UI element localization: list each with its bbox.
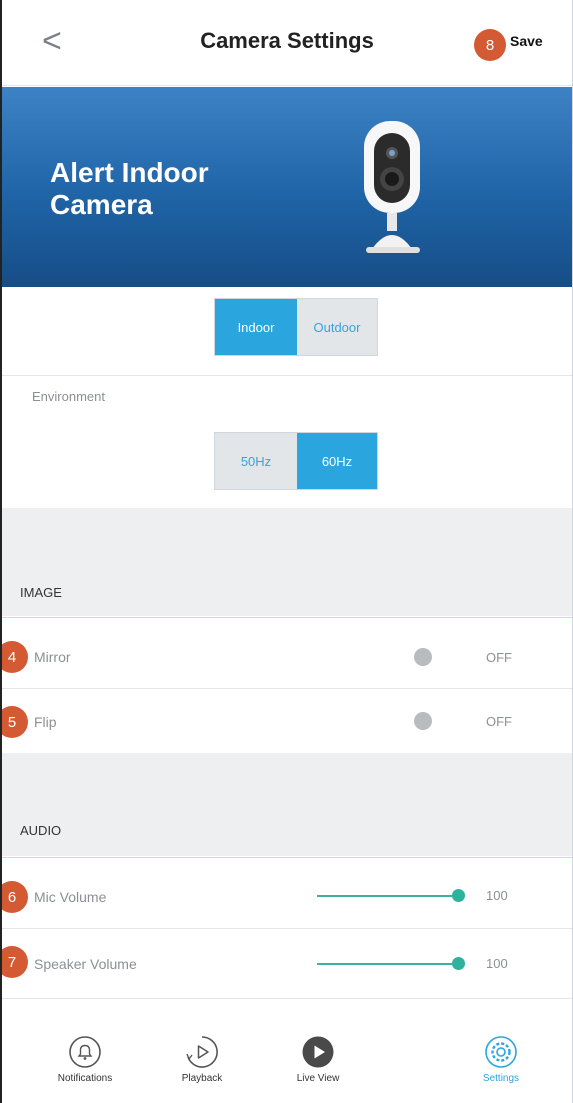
divider xyxy=(2,375,572,376)
callout-badge-speaker: 7 xyxy=(2,946,28,978)
divider xyxy=(2,998,572,999)
save-button[interactable]: Save xyxy=(510,33,543,49)
tab-playback-label: Playback xyxy=(181,1073,223,1084)
callout-badge-mic: 6 xyxy=(2,881,28,913)
play-icon xyxy=(302,1036,334,1068)
camera-banner: Alert Indoor Camera xyxy=(2,87,572,287)
speaker-volume-knob[interactable] xyxy=(452,957,465,970)
flip-value: OFF xyxy=(486,714,512,729)
callout-badge-save: 8 xyxy=(474,29,506,61)
mirror-label: Mirror xyxy=(34,649,71,665)
top-bar: < Camera Settings 8 Save xyxy=(2,0,572,86)
camera-name-line2: Camera xyxy=(50,189,153,220)
image-section-title: IMAGE xyxy=(20,585,62,600)
speaker-volume-slider[interactable] xyxy=(317,963,459,965)
mic-volume-value: 100 xyxy=(486,888,508,903)
speaker-volume-label: Speaker Volume xyxy=(34,956,137,972)
audio-section-title: AUDIO xyxy=(20,823,62,838)
mic-volume-knob[interactable] xyxy=(452,889,465,902)
flip-toggle[interactable] xyxy=(414,712,432,730)
tab-settings[interactable]: Settings xyxy=(451,1025,551,1084)
audio-section-header: AUDIO xyxy=(2,753,572,856)
gear-icon xyxy=(485,1036,517,1068)
bottom-tab-bar: Notifications Playback Live View Setting… xyxy=(2,1025,572,1103)
flip-label: Flip xyxy=(34,714,57,730)
divider xyxy=(2,857,572,858)
mirror-toggle[interactable] xyxy=(414,648,432,666)
tab-playback[interactable]: Playback xyxy=(152,1025,252,1084)
divider xyxy=(2,928,572,929)
frequency-60hz-option[interactable]: 60Hz xyxy=(297,433,377,489)
tab-live-view[interactable]: Live View xyxy=(268,1025,368,1084)
playback-icon xyxy=(186,1036,218,1068)
indoor-option[interactable]: Indoor xyxy=(215,299,297,355)
mic-volume-slider[interactable] xyxy=(317,895,459,897)
phone-screen: < Camera Settings 8 Save Alert Indoor Ca… xyxy=(0,0,573,1103)
divider xyxy=(2,617,572,618)
speaker-volume-value: 100 xyxy=(486,956,508,971)
image-section-header: IMAGE xyxy=(2,508,572,616)
divider xyxy=(2,688,572,689)
tab-notifications-label: Notifications xyxy=(57,1073,113,1084)
camera-name: Alert Indoor Camera xyxy=(50,157,209,221)
outdoor-option[interactable]: Outdoor xyxy=(297,299,377,355)
callout-badge-mirror: 4 xyxy=(2,641,28,673)
mic-volume-label: Mic Volume xyxy=(34,889,107,905)
frequency-toggle: 50Hz 60Hz xyxy=(214,432,378,490)
tab-live-view-label: Live View xyxy=(296,1073,340,1084)
frequency-50hz-option[interactable]: 50Hz xyxy=(215,433,297,489)
camera-name-line1: Alert Indoor xyxy=(50,157,209,188)
bell-icon xyxy=(69,1036,101,1068)
tab-notifications[interactable]: Notifications xyxy=(35,1025,135,1084)
mirror-value: OFF xyxy=(486,650,512,665)
camera-image xyxy=(364,121,420,253)
environment-label: Environment xyxy=(32,389,105,404)
callout-badge-flip: 5 xyxy=(2,706,28,738)
location-toggle: Indoor Outdoor xyxy=(214,298,378,356)
tab-settings-label: Settings xyxy=(482,1073,520,1084)
